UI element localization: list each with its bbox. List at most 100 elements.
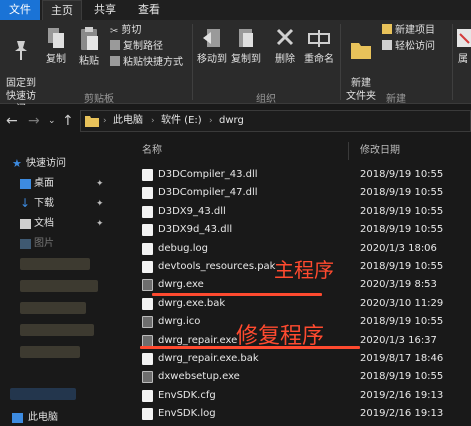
copy-button[interactable]: 复制: [42, 26, 70, 66]
file-modified-date: 2018/9/19 10:55: [360, 169, 444, 180]
breadcrumb-separator-icon: ›: [209, 116, 213, 126]
copy-to-label: 复制到: [231, 54, 261, 65]
tab-share[interactable]: 共享: [86, 0, 124, 20]
tab-home[interactable]: 主页: [42, 0, 82, 20]
delete-x-icon: [276, 28, 294, 46]
file-name: D3DCompiler_43.dll: [158, 169, 258, 180]
tab-view[interactable]: 查看: [130, 0, 168, 20]
rename-icon: [308, 30, 330, 47]
sidebar-item-documents[interactable]: 文档 ✦: [0, 214, 118, 234]
copy-to-button[interactable]: 复制到: [230, 26, 262, 66]
pin-icon: ✦: [96, 179, 104, 189]
paste-shortcut-button[interactable]: 粘贴快捷方式: [110, 56, 183, 70]
file-icon: [142, 205, 153, 218]
file-row[interactable]: D3DX9_43.dll 2018/9/19 10:55: [120, 203, 471, 221]
picture-icon: [20, 239, 31, 249]
paste-shortcut-label: 粘贴快捷方式: [123, 57, 183, 68]
sidebar-item-label: 桌面: [34, 178, 54, 189]
file-row[interactable]: D3DX9d_43.dll 2018/9/19 10:55: [120, 221, 471, 239]
group-divider: [340, 24, 341, 100]
move-to-label: 移动到: [197, 54, 227, 65]
file-icon: [142, 408, 153, 421]
pin-icon: ✦: [96, 219, 104, 229]
easy-access-label: 轻松访问: [395, 41, 435, 52]
paste-label: 粘贴: [79, 56, 99, 67]
move-to-button[interactable]: 移动到: [196, 26, 228, 66]
pin-quick-access-button[interactable]: 固定到 快速访问: [2, 26, 40, 116]
sidebar-item-this-pc[interactable]: 此电脑: [0, 410, 118, 426]
group-divider: [452, 24, 453, 100]
file-name: dwrg_repair.exe.bak: [158, 353, 259, 364]
sidebar-item-label: 文档: [34, 218, 54, 229]
file-icon: [142, 389, 153, 402]
breadcrumb-drive-e[interactable]: 软件 (E:): [161, 111, 202, 131]
file-list: 名称 修改日期 D3DCompiler_43.dll 2018/9/19 10:5…: [120, 140, 471, 426]
file-row[interactable]: EnvSDK.log 2019/2/16 19:13: [120, 405, 471, 423]
file-modified-date: 2020/3/10 11:29: [360, 297, 444, 309]
file-row[interactable]: EnvSDK.cfg 2019/2/16 19:13: [120, 387, 471, 405]
file-icon: [142, 187, 153, 200]
copy-path-button[interactable]: 复制路径: [110, 40, 163, 54]
sidebar-item-desktop[interactable]: 桌面 ✦: [0, 174, 118, 194]
file-icon: [142, 353, 153, 365]
obscured-sidebar-item: [20, 324, 94, 336]
file-icon: [142, 297, 153, 310]
file-row[interactable]: D3DCompiler_47.dll 2018/9/19 10:55: [120, 184, 471, 202]
back-arrow-icon[interactable]: ←: [6, 113, 18, 129]
file-row[interactable]: dxwebsetup.exe 2018/9/19 10:55: [120, 368, 471, 386]
cut-label: 剪切: [121, 25, 142, 36]
column-header-name[interactable]: 名称: [142, 140, 162, 162]
delete-label: 删除: [275, 54, 295, 65]
file-row[interactable]: dwrg.exe.bak 2020/3/10 11:29: [120, 295, 471, 313]
file-icon: [142, 261, 153, 273]
column-divider[interactable]: [348, 142, 349, 160]
sidebar-item-pictures[interactable]: 图片: [0, 234, 118, 254]
copy-label: 复制: [46, 54, 66, 65]
copy-path-icon: [110, 40, 120, 50]
file-row[interactable]: dwrg_repair.exe.bak 2019/8/17 18:46: [120, 350, 471, 368]
properties-button[interactable]: 属: [455, 26, 471, 66]
file-name: D3DCompiler_47.dll: [158, 187, 258, 199]
forward-arrow-icon[interactable]: →: [28, 113, 40, 129]
cut-button[interactable]: ✂ 剪切: [110, 24, 141, 38]
file-modified-date: 2019/2/16 19:13: [360, 408, 444, 420]
delete-button[interactable]: 删除: [270, 26, 300, 66]
file-icon: [142, 169, 153, 181]
file-modified-date: 2020/1/3 18:06: [360, 242, 437, 254]
file-modified-date: 2018/9/19 10:55: [360, 261, 444, 272]
up-arrow-icon[interactable]: ↑: [62, 113, 74, 129]
breadcrumb-this-pc[interactable]: 此电脑: [113, 111, 143, 131]
paste-shortcut-icon: [110, 56, 120, 66]
easy-access-button[interactable]: 轻松访问: [382, 40, 435, 54]
desktop-icon: [20, 179, 31, 189]
rename-button[interactable]: 重命名: [302, 26, 336, 66]
obscured-sidebar-item: [20, 346, 80, 358]
obscured-sidebar-item: [20, 280, 98, 292]
document-icon: [20, 219, 31, 229]
file-row[interactable]: D3DCompiler_43.dll 2018/9/19 10:55: [120, 166, 471, 184]
file-modified-date: 2020/1/3 16:37: [360, 334, 437, 346]
file-modified-date: 2018/9/19 10:55: [360, 224, 444, 236]
file-modified-date: 2018/9/19 10:55: [360, 371, 444, 383]
group-divider: [192, 24, 193, 100]
new-folder-button[interactable]: 新建 文件夹: [344, 26, 378, 103]
address-bar[interactable]: › 此电脑 › 软件 (E:) › dwrg: [80, 110, 471, 132]
application-file-icon: [142, 316, 153, 329]
new-item-label: 新建项目: [395, 25, 435, 36]
file-icon: [142, 224, 153, 237]
new-item-button[interactable]: 新建项目: [382, 24, 435, 38]
application-file-icon: [142, 279, 153, 292]
file-modified-date: 2018/9/19 10:55: [360, 187, 444, 199]
move-to-icon: [203, 29, 220, 47]
column-header-modified[interactable]: 修改日期: [360, 140, 400, 162]
sidebar-item-downloads[interactable]: ↓ 下载 ✦: [0, 194, 118, 214]
paste-button[interactable]: 粘贴: [74, 26, 104, 68]
navigation-pane: ★ 快速访问 桌面 ✦ ↓ 下载 ✦ 文档 ✦ 图片 此电脑: [0, 140, 118, 426]
recent-locations-chevron-icon[interactable]: ⌄: [48, 116, 56, 126]
breadcrumb-dwrg[interactable]: dwrg: [219, 111, 244, 131]
tab-file[interactable]: 文件: [0, 0, 40, 20]
file-modified-date: 2018/9/19 10:55: [360, 316, 444, 328]
easy-access-icon: [382, 40, 392, 50]
download-icon: ↓: [20, 196, 31, 210]
sidebar-item-quick-access[interactable]: ★ 快速访问: [0, 154, 118, 174]
